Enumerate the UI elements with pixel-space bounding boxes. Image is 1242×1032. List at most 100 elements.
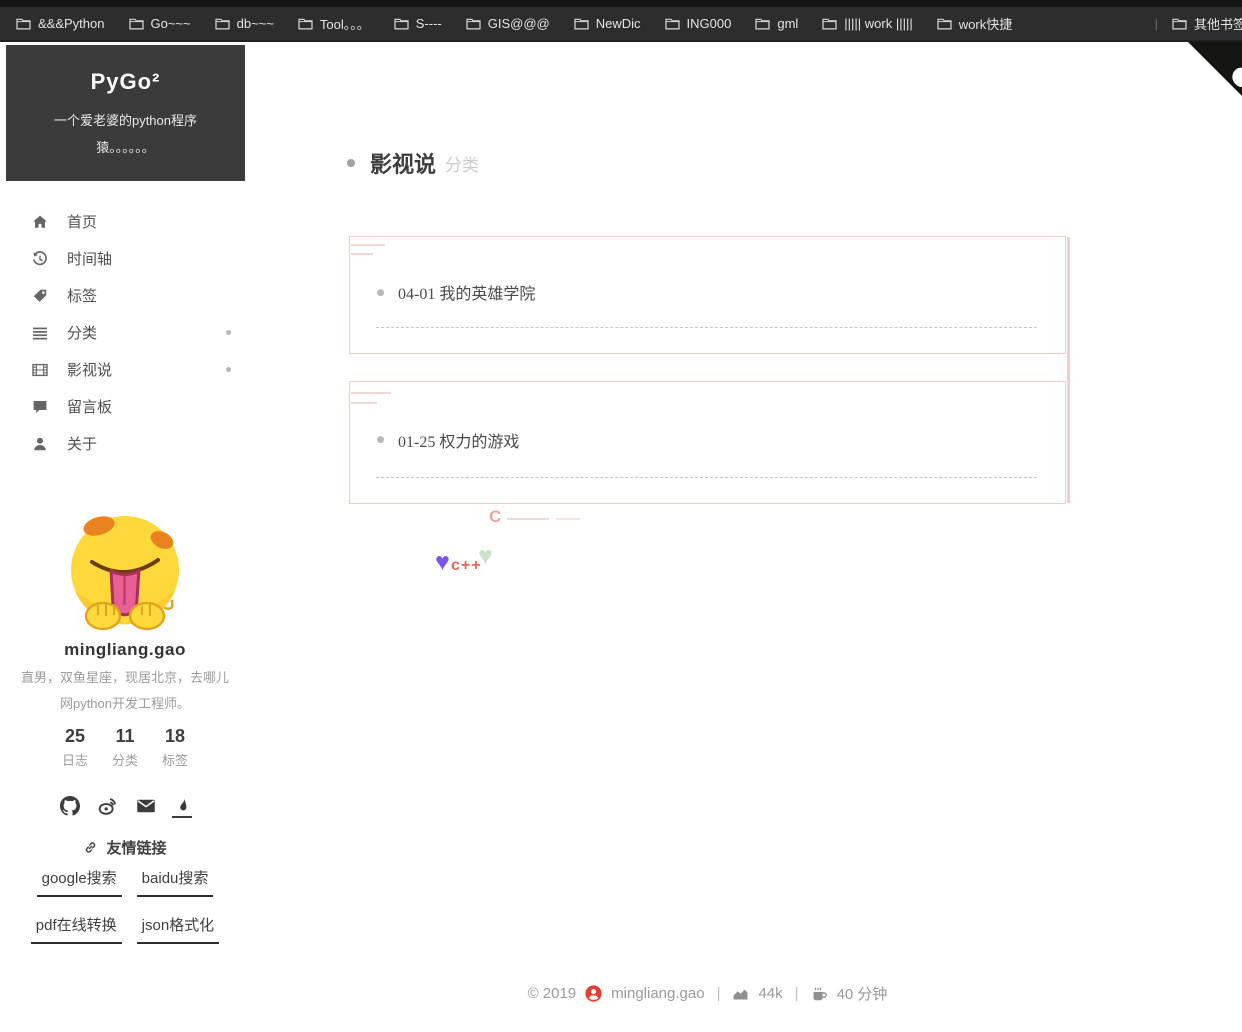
link-icon	[83, 840, 98, 855]
doodle-letter-c: C	[489, 507, 501, 527]
social-links	[0, 794, 250, 818]
post-title-text: 权力的游戏	[439, 434, 519, 451]
folder-icon	[665, 17, 680, 30]
weibo-link[interactable]	[96, 794, 120, 818]
nav-label: 首页	[67, 211, 97, 232]
jianshu-link[interactable]	[172, 795, 192, 818]
email-icon	[136, 796, 156, 816]
bookmark-folder-python[interactable]: &&&Python	[16, 16, 105, 31]
friend-link-google[interactable]: google搜索	[37, 867, 122, 897]
github-link[interactable]	[58, 794, 82, 818]
nav-item-movies[interactable]: 影视说	[0, 351, 250, 388]
folder-icon	[937, 17, 952, 30]
stat-categories[interactable]: 11 分类	[112, 726, 138, 769]
user-icon	[32, 436, 48, 452]
bookmark-label: NewDic	[596, 16, 641, 31]
stat-label: 日志	[62, 750, 88, 769]
email-link[interactable]	[134, 794, 158, 818]
post-card: 04-01 我的英雄学院	[349, 236, 1066, 354]
nav-label: 留言板	[67, 396, 112, 417]
github-icon	[60, 796, 80, 816]
github-corner[interactable]	[1186, 42, 1242, 98]
profile-stats: 25 日志 11 分类 18 标签	[0, 726, 250, 769]
post-bullet	[377, 436, 384, 443]
submenu-dot	[226, 367, 231, 372]
author-avatar-icon	[585, 985, 602, 1002]
bookmark-folder-db[interactable]: db~~~	[215, 16, 274, 31]
doodle-dash	[556, 518, 580, 520]
nav-item-about[interactable]: 关于	[0, 425, 250, 462]
category-suffix: 分类	[445, 151, 479, 176]
stat-label: 分类	[112, 750, 138, 769]
friend-link-baidu[interactable]: baidu搜索	[137, 867, 214, 897]
bookmark-folder-go[interactable]: Go~~~	[129, 16, 191, 31]
bookmark-label: S----	[416, 16, 442, 31]
github-corner-triangle	[1188, 42, 1242, 96]
bookmark-folder-work[interactable]: ||||| work |||||	[822, 16, 912, 31]
folder-icon	[298, 17, 313, 30]
nav-item-tags[interactable]: 标签	[0, 277, 250, 314]
avatar-emoji	[65, 513, 185, 633]
post-card: 01-25 权力的游戏	[349, 381, 1066, 504]
profile-bio: 直男，双鱼星座，现居北京，去哪儿网python开发工程师。	[18, 665, 232, 717]
doodle-dash	[507, 518, 549, 520]
bookmark-folder-newdic[interactable]: NewDic	[574, 16, 641, 31]
folder-icon	[129, 17, 144, 30]
bookmark-folder-s[interactable]: S----	[394, 16, 442, 31]
bookmark-label: ING000	[687, 16, 732, 31]
post-link[interactable]: 04-01 我的英雄学院	[377, 280, 535, 304]
nav-label: 时间轴	[67, 248, 112, 269]
nav-item-timeline[interactable]: 时间轴	[0, 240, 250, 277]
folder-icon	[822, 17, 837, 30]
friend-link-json[interactable]: json格式化	[137, 914, 220, 944]
copyright-text: © 2019	[528, 985, 577, 1002]
chart-area-icon	[732, 986, 749, 1001]
bookmark-label: ||||| work |||||	[844, 16, 912, 31]
post-date: 04-01	[398, 286, 435, 303]
background-artifact	[351, 402, 377, 404]
friend-link-pdf[interactable]: pdf在线转换	[31, 914, 122, 944]
nav-label: 分类	[67, 322, 97, 343]
site-brand[interactable]: PyGo² 一个爱老婆的python程序猿。。。。。。	[6, 45, 245, 181]
site-title: PyGo²	[6, 69, 245, 95]
stat-label: 标签	[162, 750, 188, 769]
post-date: 01-25	[398, 434, 435, 451]
folder-icon	[466, 17, 481, 30]
stat-tags[interactable]: 18 标签	[162, 726, 188, 769]
read-time: 40 分钟	[837, 983, 888, 1004]
nav-label: 标签	[67, 285, 97, 306]
other-bookmarks-folder[interactable]: 其他书签	[1172, 14, 1242, 33]
post-link[interactable]: 01-25 权力的游戏	[377, 428, 519, 452]
bookmark-folder-gis[interactable]: GIS@@@	[466, 16, 550, 31]
bookmark-label: Tool。。。	[320, 14, 370, 33]
stat-value: 11	[112, 726, 138, 747]
folder-icon	[215, 17, 230, 30]
bookmark-folder-tool[interactable]: Tool。。。	[298, 14, 370, 33]
footer-separator: |	[714, 985, 724, 1002]
friend-links-title: 友情链接	[0, 837, 250, 858]
views-count: 44k	[758, 985, 782, 1002]
footer: © 2019 mingliang.gao | 44k | 40 分钟	[349, 983, 1066, 1004]
category-title: 影视说	[370, 147, 436, 179]
history-icon	[32, 251, 48, 267]
nav-item-home[interactable]: 首页	[0, 203, 250, 240]
ink-drop-icon	[174, 797, 190, 813]
stat-posts[interactable]: 25 日志	[62, 726, 88, 769]
stat-value: 25	[62, 726, 88, 747]
folder-icon	[16, 17, 31, 30]
bookmark-folder-work-shortcut[interactable]: work快捷	[937, 14, 1012, 33]
bookmark-folder-ing[interactable]: ING000	[665, 16, 732, 31]
nav-item-guestbook[interactable]: 留言板	[0, 388, 250, 425]
background-ribbon-line	[1067, 237, 1070, 503]
folder-icon	[1172, 17, 1187, 30]
home-icon	[32, 214, 48, 230]
footer-separator: |	[792, 985, 802, 1002]
bookmark-folder-gml[interactable]: gml	[755, 16, 798, 31]
comment-icon	[32, 399, 48, 415]
page-heading: 影视说 分类	[347, 147, 479, 179]
nav-item-categories[interactable]: 分类	[0, 314, 250, 351]
footer-author: mingliang.gao	[611, 985, 704, 1002]
bookmark-label: db~~~	[237, 16, 274, 31]
post-title-text: 我的英雄学院	[439, 286, 535, 303]
other-bookmarks-label: 其他书签	[1194, 14, 1242, 33]
